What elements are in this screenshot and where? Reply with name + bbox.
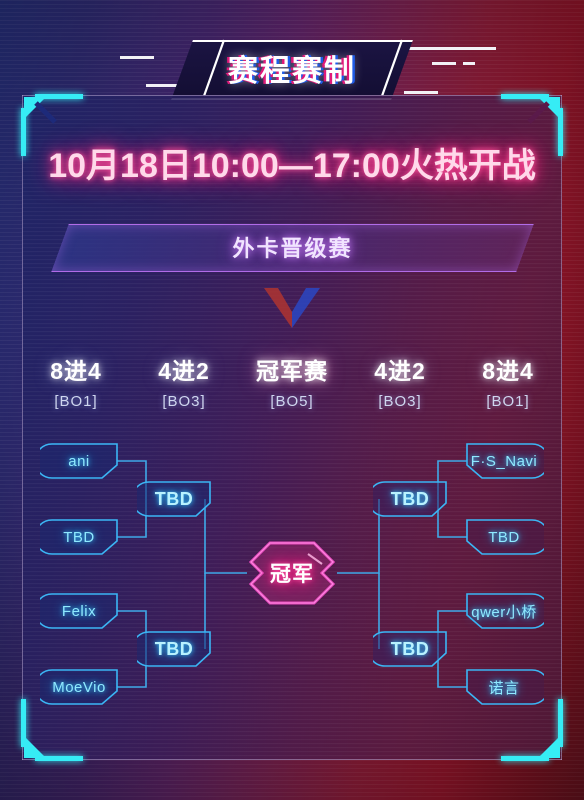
team-box-left-qf-2[interactable]: TBD xyxy=(40,519,118,555)
team-box-right-sf-2[interactable]: TBD xyxy=(373,631,447,667)
team-name: TBD xyxy=(390,488,430,509)
bracket: ani TBD Felix MoeVio TBD TBD F·S_Navi TB… xyxy=(0,0,584,800)
team-name: TBD xyxy=(488,528,520,546)
team-name: Felix xyxy=(61,602,97,620)
team-name: 诺言 xyxy=(488,679,520,697)
team-box-left-qf-4[interactable]: MoeVio xyxy=(40,669,118,705)
team-name: TBD xyxy=(154,488,194,509)
team-box-right-qf-4[interactable]: 诺言 xyxy=(464,669,544,705)
team-box-right-sf-1[interactable]: TBD xyxy=(373,481,447,517)
team-name: TBD xyxy=(154,638,194,659)
team-name: ani xyxy=(68,452,90,470)
team-box-left-sf-2[interactable]: TBD xyxy=(137,631,211,667)
team-box-right-qf-1[interactable]: F·S_Navi xyxy=(464,443,544,479)
team-box-left-sf-1[interactable]: TBD xyxy=(137,481,211,517)
team-name: F·S_Navi xyxy=(470,452,538,470)
champion-label: 冠军 xyxy=(270,563,314,586)
team-box-left-qf-1[interactable]: ani xyxy=(40,443,118,479)
team-box-right-qf-2[interactable]: TBD xyxy=(464,519,544,555)
team-name: TBD xyxy=(390,638,430,659)
team-box-right-qf-3[interactable]: qwer小桥 xyxy=(464,593,544,629)
team-name: qwer小桥 xyxy=(471,603,537,621)
team-box-left-qf-3[interactable]: Felix xyxy=(40,593,118,629)
champion-badge-label-wrapper: 冠军 xyxy=(248,540,336,606)
team-name: MoeVio xyxy=(52,678,106,696)
team-name: TBD xyxy=(63,528,95,546)
